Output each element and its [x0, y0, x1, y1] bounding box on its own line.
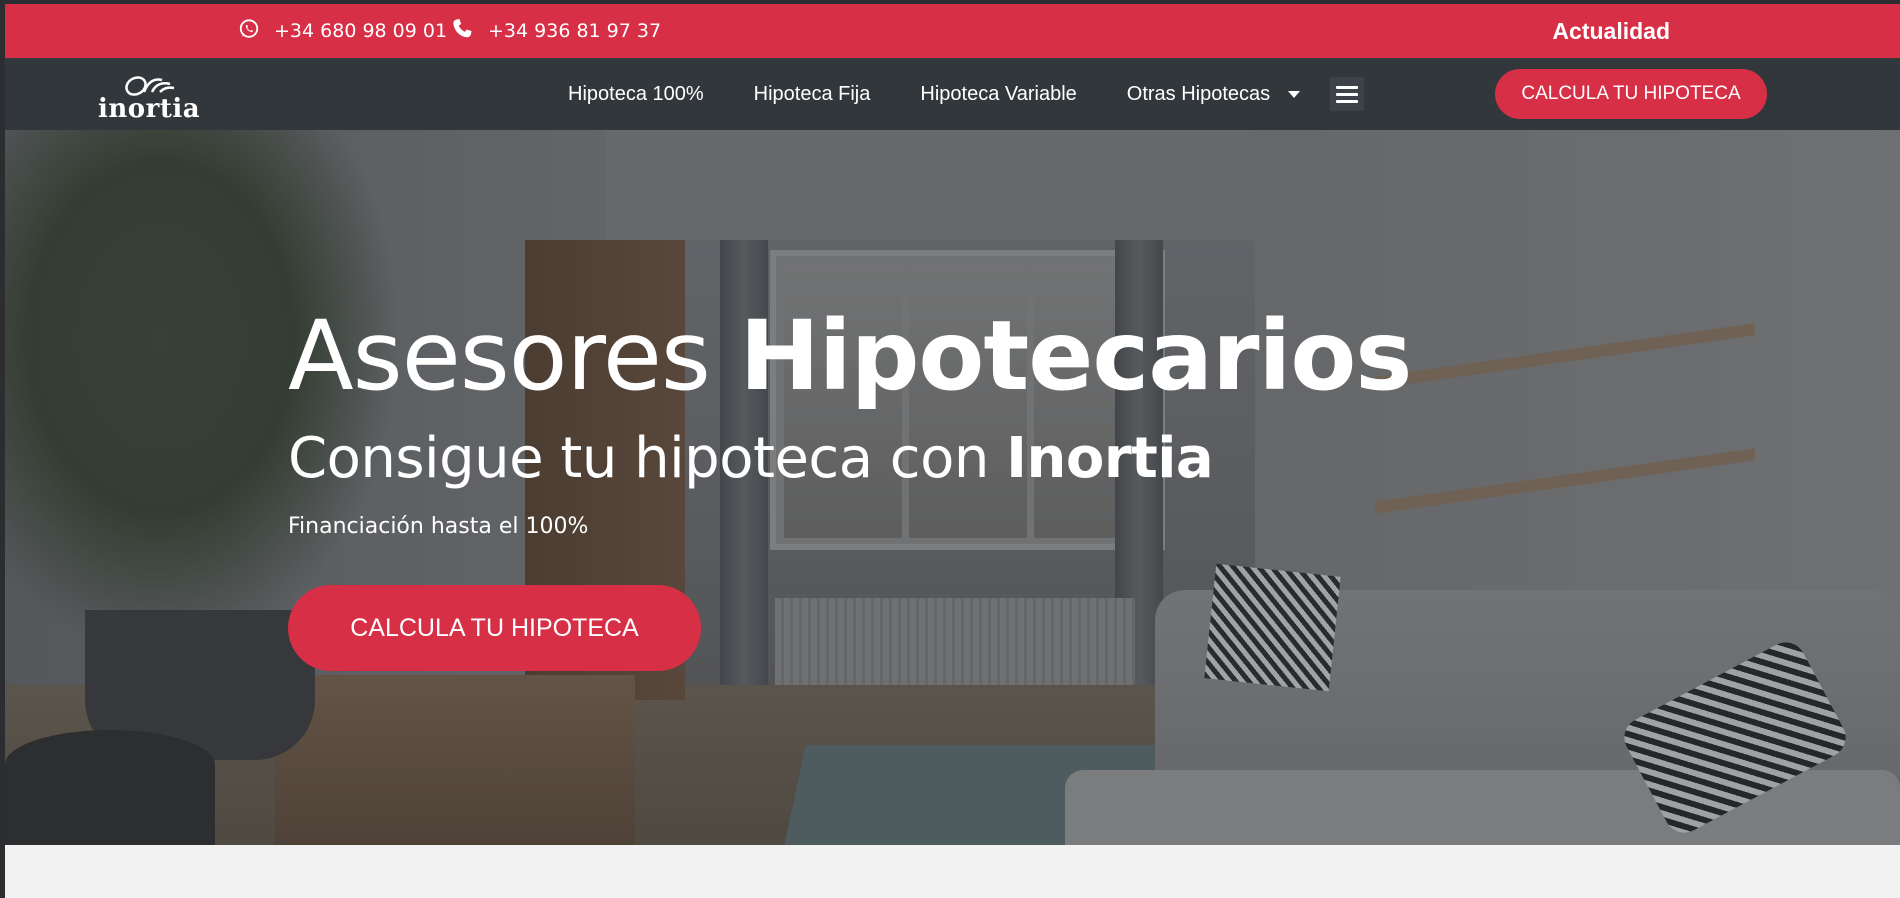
whatsapp-contact[interactable]: +34 680 98 09 01	[238, 4, 447, 58]
nav-hipoteca-fija[interactable]: Hipoteca Fija	[754, 83, 871, 106]
phone-number[interactable]: +34 936 81 97 37	[488, 20, 661, 42]
hero-subtitle-light: Consigue tu hipoteca con	[288, 426, 1007, 491]
page-frame: +34 680 98 09 01 +34 936 81 97 37 Actual…	[5, 4, 1900, 898]
nav-otras-hipotecas[interactable]: Otras Hipotecas	[1126, 82, 1301, 106]
chevron-down-icon	[1288, 90, 1301, 98]
main-navbar: inortia Hipoteca 100% Hipoteca Fija Hipo…	[5, 58, 1900, 130]
nav-hipoteca-variable[interactable]: Hipoteca Variable	[920, 83, 1076, 106]
phone-contact[interactable]: +34 936 81 97 37	[450, 4, 661, 58]
hero-title-bold: Hipotecarios	[739, 300, 1412, 412]
calcula-hipoteca-hero-button[interactable]: CALCULA TU HIPOTECA	[288, 585, 701, 671]
nav-hipoteca-100[interactable]: Hipoteca 100%	[568, 83, 704, 106]
inortia-logo[interactable]: inortia	[98, 66, 201, 124]
hero-section: Asesores Hipotecarios Consigue tu hipote…	[5, 130, 1900, 845]
next-section-strip	[5, 845, 1900, 898]
calcula-hipoteca-nav-button[interactable]: CALCULA TU HIPOTECA	[1495, 69, 1767, 119]
nav-links: Hipoteca 100% Hipoteca Fija Hipoteca Var…	[568, 58, 1365, 130]
phone-icon	[450, 17, 488, 46]
hero-title: Asesores Hipotecarios	[288, 300, 1412, 412]
whatsapp-icon	[238, 18, 274, 45]
nav-otras-hipotecas-label: Otras Hipotecas	[1126, 82, 1271, 105]
hero-title-light: Asesores	[288, 300, 740, 412]
top-contact-bar: +34 680 98 09 01 +34 936 81 97 37 Actual…	[5, 4, 1900, 58]
menu-bar	[1336, 92, 1359, 96]
menu-bar	[1336, 85, 1359, 89]
hero-financing-note: Financiación hasta el 100%	[288, 514, 589, 539]
whatsapp-phone-number[interactable]: +34 680 98 09 01	[274, 20, 447, 42]
hero-subtitle: Consigue tu hipoteca con Inortia	[288, 426, 1214, 491]
logo-text: inortia	[98, 94, 201, 124]
actualidad-link[interactable]: Actualidad	[1552, 4, 1670, 58]
hero-subtitle-bold: Inortia	[1006, 426, 1214, 491]
hamburger-menu-icon[interactable]	[1330, 77, 1365, 111]
menu-bar	[1336, 99, 1359, 103]
